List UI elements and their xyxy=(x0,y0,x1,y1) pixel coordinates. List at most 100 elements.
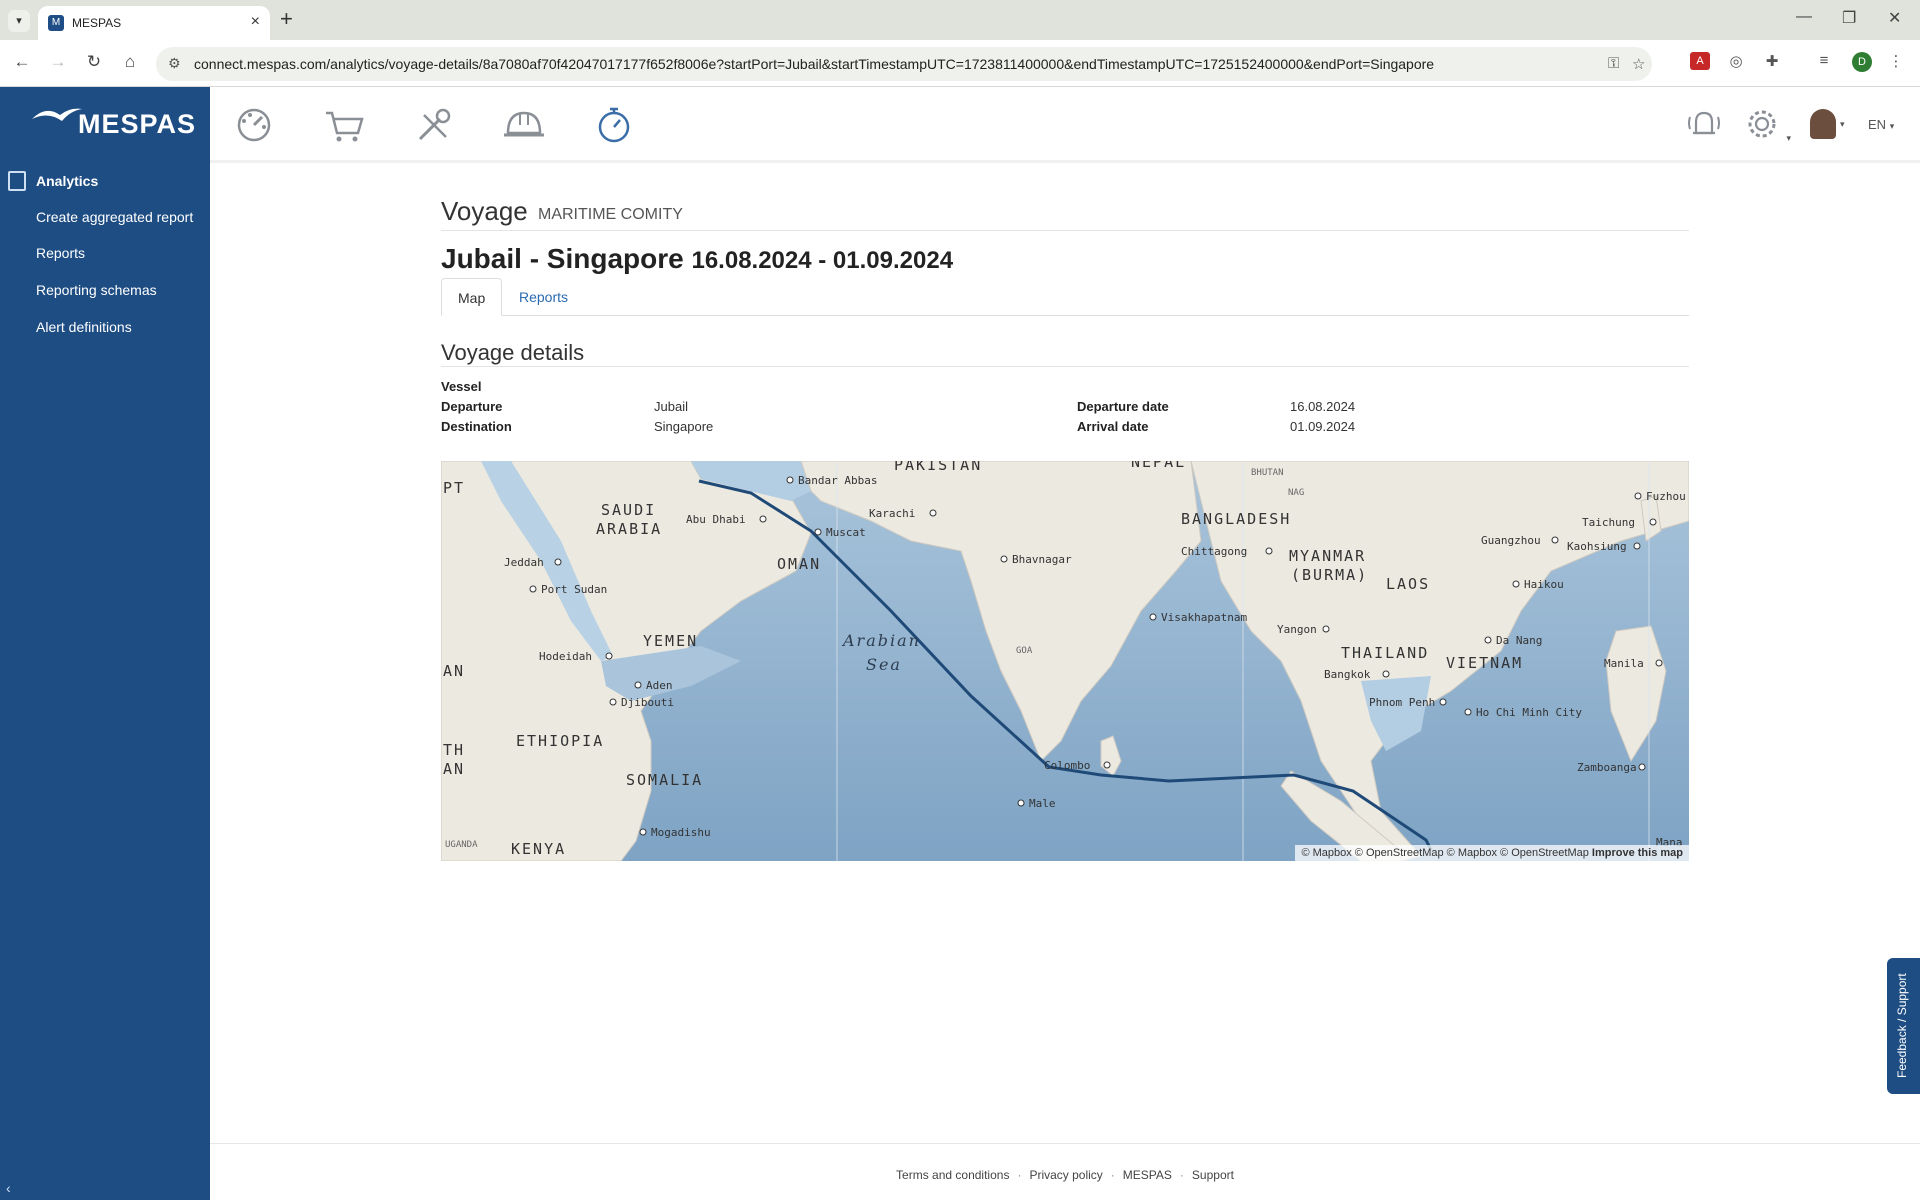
sidebar-item-alert-definitions[interactable]: Alert definitions xyxy=(36,319,132,335)
browser-tab[interactable]: M MESPAS × xyxy=(38,6,270,40)
url-text: connect.mespas.com/analytics/voyage-deta… xyxy=(194,56,1435,72)
extension-circle-icon[interactable]: ◎ xyxy=(1726,52,1746,70)
back-icon[interactable]: ← xyxy=(10,52,34,72)
city-bandar-abbas: Bandar Abbas xyxy=(798,474,877,487)
stopwatch-icon[interactable] xyxy=(590,105,638,145)
departure-date-label: Departure date xyxy=(1077,399,1169,414)
forward-icon[interactable]: → xyxy=(46,52,70,72)
improve-map-link[interactable]: Improve this map xyxy=(1592,847,1683,859)
helmet-icon[interactable] xyxy=(500,105,548,145)
divider xyxy=(441,366,1689,367)
city-djibouti: Djibouti xyxy=(621,696,674,709)
sidebar-item-reporting-schemas[interactable]: Reporting schemas xyxy=(36,282,157,298)
city-chittagong: Chittagong xyxy=(1181,545,1247,558)
map-label-sea: Sea xyxy=(866,655,902,674)
city-marker xyxy=(1484,636,1492,644)
password-key-icon[interactable]: ⚿ xyxy=(1608,55,1619,72)
sidebar-item-reports[interactable]: Reports xyxy=(36,245,85,261)
city-marker xyxy=(605,652,613,660)
tab-map[interactable]: Map xyxy=(441,278,503,316)
city-marker xyxy=(929,509,937,517)
city-da-nang: Da Nang xyxy=(1496,634,1542,647)
media-controls-icon[interactable]: ≡ xyxy=(1814,52,1834,69)
city-marker xyxy=(814,528,822,536)
site-info-icon[interactable]: ⚙ xyxy=(168,55,181,72)
map-label-th: TH xyxy=(443,741,465,759)
close-window-icon[interactable]: ✕ xyxy=(1888,8,1901,28)
home-icon[interactable]: ⌂ xyxy=(118,52,142,72)
map-canvas[interactable]: PAKISTAN NEPAL SAUDI ARABIA OMAN YEMEN E… xyxy=(441,461,1689,861)
url-input[interactable]: ⚙ connect.mespas.com/analytics/voyage-de… xyxy=(156,47,1652,81)
tools-icon[interactable] xyxy=(410,105,458,145)
settings-gear-icon[interactable]: ▾ xyxy=(1746,107,1791,146)
map-label-pakistan: PAKISTAN xyxy=(894,461,982,474)
voyage-map[interactable]: PAKISTAN NEPAL SAUDI ARABIA OMAN YEMEN E… xyxy=(441,461,1689,861)
city-kaohsiung: Kaohsiung xyxy=(1567,540,1627,553)
departure-value: Jubail xyxy=(654,399,688,414)
footer-link-support[interactable]: Support xyxy=(1192,1168,1234,1182)
address-bar: ← → ↻ ⌂ ⚙ connect.mespas.com/analytics/v… xyxy=(0,40,1920,87)
city-abu-dhabi: Abu Dhabi xyxy=(686,513,746,526)
city-marker xyxy=(1149,613,1157,621)
map-label-goa: GOA xyxy=(1016,646,1033,656)
city-marker xyxy=(1439,698,1447,706)
footer-link-terms[interactable]: Terms and conditions xyxy=(896,1168,1009,1182)
language-selector[interactable]: EN ▾ xyxy=(1868,117,1894,132)
city-marker xyxy=(1633,542,1641,550)
extensions-puzzle-icon[interactable]: ✚ xyxy=(1762,52,1782,70)
map-label-laos: LAOS xyxy=(1386,575,1430,593)
city-karachi: Karachi xyxy=(869,507,915,520)
tab-reports[interactable]: Reports xyxy=(503,278,584,316)
pdf-extension-icon[interactable]: A xyxy=(1690,52,1710,70)
map-label-nepal: NEPAL xyxy=(1131,461,1186,471)
city-marker xyxy=(529,585,537,593)
bookmark-star-icon[interactable]: ☆ xyxy=(1632,55,1645,73)
map-label-yemen: YEMEN xyxy=(643,632,698,650)
settings-caret-icon: ▾ xyxy=(1786,133,1791,143)
user-avatar[interactable] xyxy=(1810,109,1836,139)
arrival-date-value: 01.09.2024 xyxy=(1290,419,1356,434)
map-label-an-2: AN xyxy=(443,760,465,778)
sidebar-item-create-aggregated-report[interactable]: Create aggregated report xyxy=(36,209,193,225)
map-label-oman: OMAN xyxy=(777,555,821,573)
route-dates: 16.08.2024 - 01.09.2024 xyxy=(691,247,954,274)
top-navigation: ▾ ▾ EN ▾ xyxy=(210,87,1920,163)
cart-icon[interactable] xyxy=(320,105,368,145)
feedback-support-button[interactable]: Feedback / Support xyxy=(1887,958,1920,1094)
city-marker xyxy=(759,515,767,523)
logo-text: MESPAS xyxy=(78,109,197,139)
sidebar-section-label: Analytics xyxy=(36,173,99,189)
browser-menu-icon[interactable]: ⋮ xyxy=(1886,52,1906,70)
map-attribution-text[interactable]: © Mapbox © OpenStreetMap © Mapbox © Open… xyxy=(1301,847,1588,859)
user-caret-icon[interactable]: ▾ xyxy=(1840,119,1845,130)
city-marker xyxy=(1103,761,1111,769)
footer-link-mespas[interactable]: MESPAS xyxy=(1123,1168,1172,1182)
city-yangon: Yangon xyxy=(1277,623,1317,636)
notifications-bell-icon[interactable] xyxy=(1686,107,1722,146)
vessel-label: Vessel xyxy=(441,379,482,394)
reload-icon[interactable]: ↻ xyxy=(82,52,106,72)
sidebar-collapse-icon[interactable]: ‹ xyxy=(6,1180,11,1196)
vessel-name-subtitle: MARITIME COMITY xyxy=(538,206,683,223)
new-tab-icon[interactable]: + xyxy=(280,6,293,32)
city-marker xyxy=(1649,518,1657,526)
close-tab-icon[interactable]: × xyxy=(251,13,260,31)
map-label-saudi: SAUDI xyxy=(601,501,656,519)
browser-tab-title: MESPAS xyxy=(72,16,122,30)
city-marker xyxy=(1464,708,1472,716)
profile-avatar[interactable]: D xyxy=(1852,52,1872,72)
sidebar: MESPAS Analytics Create aggregated repor… xyxy=(0,87,210,1200)
map-label-arabian: Arabian xyxy=(841,631,921,650)
destination-value: Singapore xyxy=(654,419,714,434)
city-marker xyxy=(1551,536,1559,544)
dashboard-icon[interactable] xyxy=(230,105,278,145)
map-label-vietnam: VIETNAM xyxy=(1446,654,1523,672)
city-port-sudan: Port Sudan xyxy=(541,583,607,596)
footer-link-privacy[interactable]: Privacy policy xyxy=(1029,1168,1102,1182)
departure-date-value: 16.08.2024 xyxy=(1290,399,1356,414)
sidebar-section-analytics[interactable]: Analytics xyxy=(8,169,208,195)
restore-icon[interactable]: ❐ xyxy=(1842,8,1856,28)
minimize-icon[interactable]: — xyxy=(1796,8,1812,26)
tab-search-dropdown-icon[interactable]: ▾ xyxy=(8,10,30,32)
map-label-pt: PT xyxy=(443,479,465,497)
